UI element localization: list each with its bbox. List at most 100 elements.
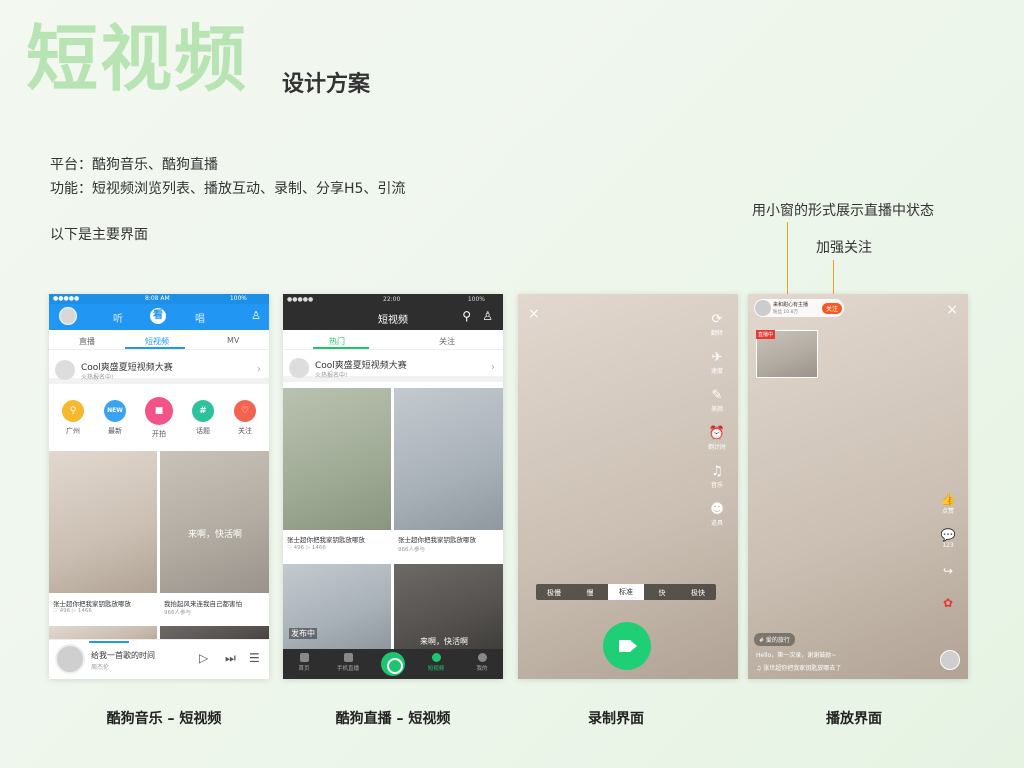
- share-button[interactable]: ↪: [936, 564, 960, 578]
- side-label: 美颜: [710, 406, 723, 413]
- follow-button[interactable]: 关注: [822, 303, 843, 314]
- tab-watch[interactable]: 看: [150, 308, 166, 324]
- song-title: 给我一首歌的时间: [91, 651, 155, 660]
- category-guangzhou[interactable]: ⚲ 广州: [53, 400, 93, 436]
- side-label: 道具: [710, 520, 723, 527]
- host-fans: 粉丝 10.8万: [773, 310, 798, 315]
- subtab-live[interactable]: 直播: [79, 336, 95, 347]
- speed-option[interactable]: 慢: [572, 588, 608, 598]
- topic-tag[interactable]: # 爱的旅行: [754, 633, 795, 646]
- thumbs-up-icon: 👍: [940, 492, 956, 506]
- category-topic[interactable]: # 话题: [183, 400, 223, 436]
- speed-option-selected[interactable]: 标准: [608, 584, 644, 600]
- status-time: 22:00: [383, 296, 401, 303]
- play-icon[interactable]: ▷: [199, 651, 208, 665]
- comment-count: 123: [942, 542, 954, 549]
- video-thumbnail[interactable]: 来啊，快活啊: [160, 451, 269, 593]
- playback-progress: [89, 641, 129, 643]
- video-stats: 966人参与: [398, 547, 425, 553]
- category-newest[interactable]: NEW 最新: [95, 400, 135, 436]
- tab-listen[interactable]: 听: [113, 310, 123, 325]
- contest-banner[interactable]: Cool爽盛夏短视频大赛 火热报名中! ›: [49, 356, 269, 384]
- status-battery: 100%: [229, 295, 247, 302]
- intro-text: 以下是主要界面: [50, 227, 148, 243]
- video-thumbnail[interactable]: [283, 388, 391, 530]
- live-badge: 直播中: [756, 330, 776, 339]
- profile-icon[interactable]: ♙: [482, 309, 493, 323]
- video-icon: [431, 653, 441, 662]
- mini-player[interactable]: 给我一首歌的时间 周杰伦 ▷ ⏭ ☰: [49, 639, 269, 679]
- tab-sing[interactable]: 唱: [195, 310, 205, 325]
- caption-record: 录制界面: [588, 711, 644, 727]
- speed-selector: 极慢 慢 标准 快 极快: [536, 584, 716, 600]
- gift-button[interactable]: ✿: [936, 596, 960, 610]
- video-thumbnail[interactable]: 发布中: [283, 564, 391, 649]
- phone-record-screen: × ⟳ 翻转 ✈ 速度 ✎ 美颜 ⏰ 倒计时 ♫ 音乐 ☻ 道具 极慢 慢 标准 快 极快: [518, 294, 738, 679]
- category-label: 最新: [108, 427, 122, 435]
- nav-shortvideo[interactable]: 短视频: [421, 653, 451, 672]
- close-icon[interactable]: ×: [528, 306, 540, 322]
- timer-button[interactable]: ⏰ 倒计时: [702, 426, 732, 451]
- video-title: 我抬起风来连我自己都害怕: [164, 600, 242, 608]
- nav-home[interactable]: 首页: [289, 653, 319, 672]
- host-name: 来和甜心有主播: [773, 302, 809, 308]
- nav-mobile-live[interactable]: 手机直播: [333, 653, 363, 672]
- user-icon: [477, 653, 487, 662]
- top-nav: 听 看 唱 ♙: [49, 304, 269, 330]
- nav-mine[interactable]: 我的: [467, 653, 497, 672]
- profile-icon[interactable]: ♙: [251, 309, 261, 322]
- user-avatar[interactable]: [59, 307, 77, 325]
- record-button[interactable]: [381, 652, 405, 676]
- side-label: 翻转: [710, 330, 723, 337]
- subtab-mv[interactable]: MV: [227, 336, 239, 345]
- playlist-icon[interactable]: ☰: [249, 651, 260, 665]
- video-thumbnail[interactable]: 来啊，快活啊: [394, 564, 503, 649]
- host-avatar[interactable]: [755, 300, 771, 316]
- beauty-button[interactable]: ✎ 美颜: [702, 388, 732, 413]
- close-icon[interactable]: ×: [946, 302, 958, 318]
- video-title: 张士超你把我家钥匙放哪放: [398, 536, 476, 544]
- video-thumbnail[interactable]: [49, 451, 157, 593]
- speed-option[interactable]: 快: [644, 588, 680, 598]
- hashtag-icon: #: [192, 400, 214, 422]
- phone-icon: [343, 653, 353, 662]
- nav-label: 首页: [298, 666, 310, 672]
- flip-camera-button[interactable]: ⟳ 翻转: [702, 312, 732, 337]
- comment-button[interactable]: 💬 123: [936, 528, 960, 549]
- record-video-button[interactable]: [603, 622, 651, 670]
- next-icon[interactable]: ⏭: [225, 651, 236, 666]
- props-button[interactable]: ☻ 道具: [702, 502, 732, 527]
- music-disc-avatar[interactable]: [940, 650, 960, 670]
- album-cover[interactable]: [55, 644, 85, 674]
- tab-hot[interactable]: 热门: [329, 336, 345, 347]
- platform-text: 平台：酷狗音乐、酷狗直播: [50, 157, 218, 173]
- camera-icon: ■: [145, 397, 173, 425]
- music-icon: ♫: [711, 464, 723, 479]
- contest-banner[interactable]: Cool爽盛夏短视频大赛 火热报名中! ›: [283, 354, 503, 382]
- nav-label: 我的: [476, 666, 488, 672]
- speed-button[interactable]: ✈ 速度: [702, 350, 732, 375]
- speed-option[interactable]: 极快: [680, 588, 716, 598]
- video-stats: 966人参与: [164, 610, 191, 616]
- tab-following[interactable]: 关注: [439, 336, 455, 347]
- category-label: 话题: [196, 427, 210, 435]
- features-text: 功能：短视频浏览列表、播放互动、录制、分享H5、引流: [50, 181, 406, 197]
- page-title: 短视频: [26, 17, 249, 101]
- side-label: 倒计时: [707, 444, 726, 451]
- caption-play: 播放界面: [826, 711, 882, 727]
- video-thumbnail[interactable]: [394, 388, 503, 530]
- page-subtitle: 设计方案: [282, 72, 371, 97]
- status-battery: 100%: [467, 296, 485, 303]
- category-shoot[interactable]: ■ 开拍: [139, 397, 179, 439]
- banner-subtitle: 火热报名中!: [315, 372, 348, 379]
- subtab-shortvideo[interactable]: 短视频: [145, 336, 169, 347]
- search-icon[interactable]: ⚲: [462, 309, 471, 323]
- speed-option[interactable]: 极慢: [536, 588, 572, 598]
- like-button[interactable]: 👍 点赞: [936, 492, 960, 515]
- sticker-icon: ☻: [710, 502, 724, 517]
- music-button[interactable]: ♫ 音乐: [702, 464, 732, 489]
- video-title: 张士超你把我家钥匙放哪放: [53, 600, 131, 608]
- caption-live: 酷狗直播 – 短视频: [335, 711, 451, 727]
- category-follow[interactable]: ♡ 关注: [225, 400, 265, 436]
- video-stats: ♡ 496 ▷ 1466: [53, 608, 92, 614]
